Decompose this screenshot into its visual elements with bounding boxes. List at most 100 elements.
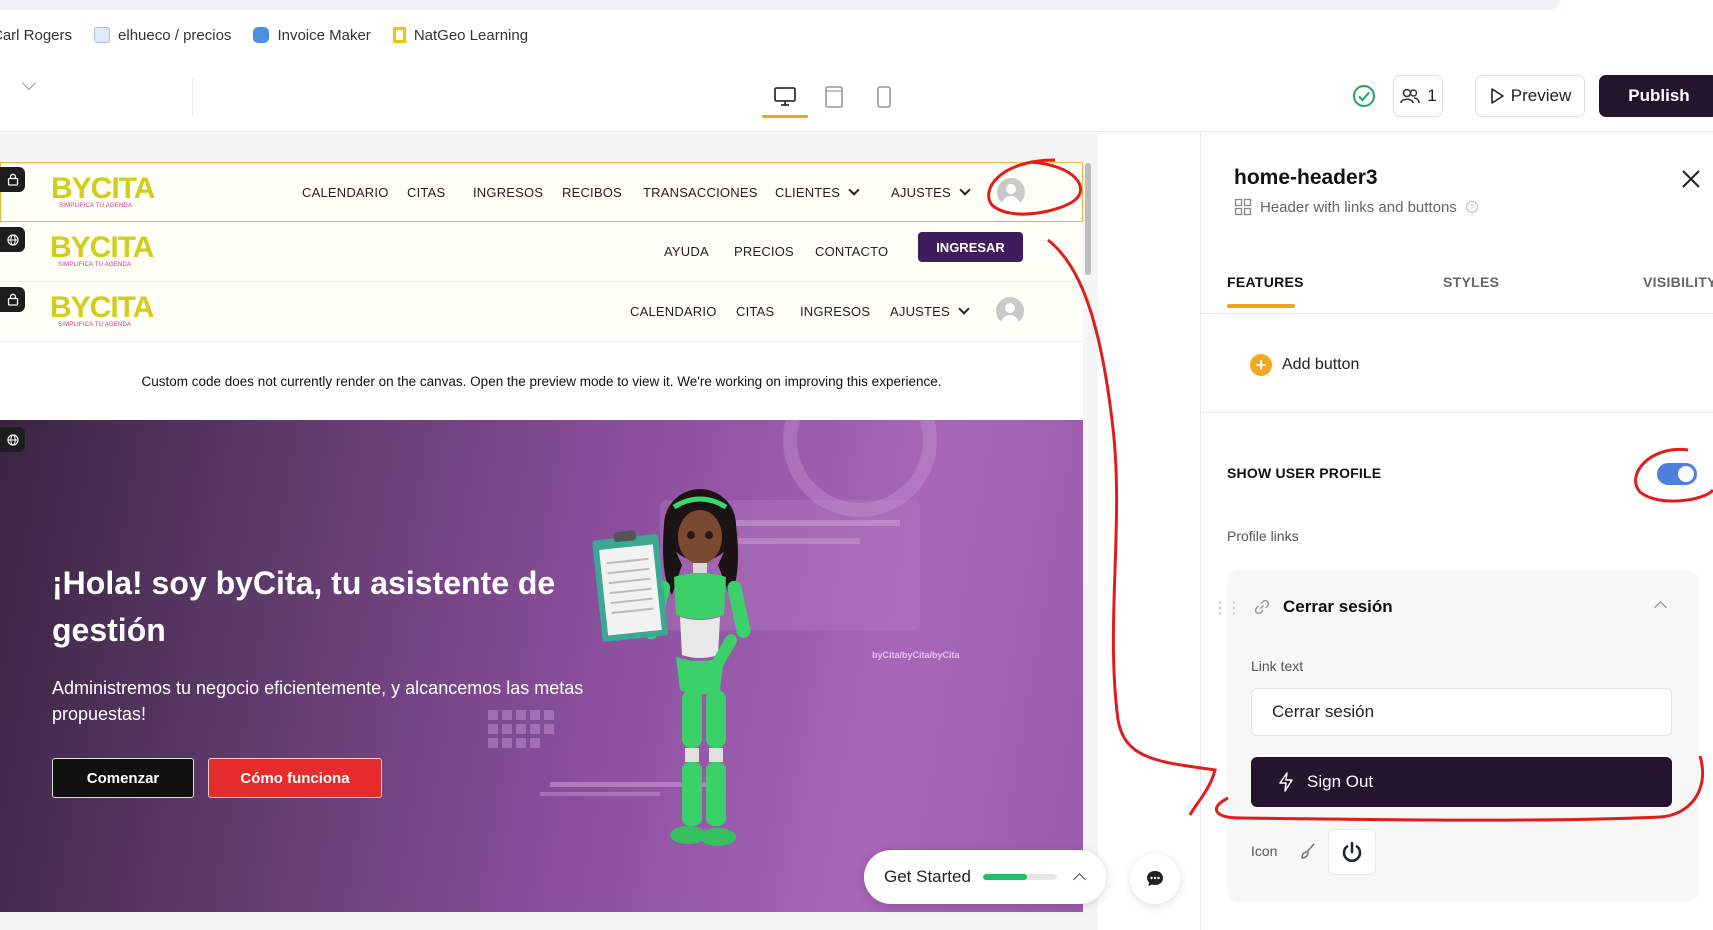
profile-link-title: Cerrar sesión (1283, 597, 1393, 616)
nav-link-contacto[interactable]: CONTACTO (815, 244, 888, 259)
preview-label: Preview (1510, 86, 1572, 105)
canvas-scrollbar[interactable] (1085, 163, 1091, 275)
comenzar-button[interactable]: Comenzar (52, 758, 194, 798)
nav-dropdown-label: CLIENTES (775, 185, 841, 200)
nav-dropdown-ajustes[interactable]: AJUSTES (890, 303, 970, 319)
nav-link-calendario[interactable]: CALENDARIO (630, 304, 717, 319)
chevron-down-icon (848, 184, 860, 196)
publish-button[interactable]: Publish (1599, 75, 1713, 117)
link-icon (1254, 599, 1270, 615)
user-avatar-icon[interactable] (997, 178, 1025, 206)
editor-toolbar (0, 60, 1713, 132)
logo-text: BYCITA (50, 291, 154, 324)
ingresar-button[interactable]: INGRESAR (918, 232, 1023, 262)
show-user-profile-label: SHOW USER PROFILE (1227, 465, 1382, 481)
nav-link-precios[interactable]: PRECIOS (734, 244, 794, 259)
svg-text:?: ? (1470, 203, 1475, 212)
nav-link-ingresos[interactable]: INGRESOS (473, 185, 543, 200)
show-user-profile-toggle[interactable] (1657, 463, 1697, 485)
nav-link-citas[interactable]: CITAS (736, 304, 774, 319)
nav-link-citas[interactable]: CITAS (407, 185, 445, 200)
nav-dropdown-ajustes[interactable]: AJUSTES (891, 184, 971, 200)
link-text-value: Cerrar sesión (1272, 702, 1375, 721)
nav-link-recibos[interactable]: RECIBOS (562, 185, 622, 200)
nav-dropdown-label: AJUSTES (890, 304, 950, 319)
icon-label: Icon (1251, 843, 1278, 859)
logo-tagline: SIMPLIFICA TU AGENDA (58, 322, 132, 328)
drag-handle-icon[interactable]: ⋮⋮ (1212, 598, 1242, 618)
logo-text: BYCITA (50, 231, 154, 264)
como-funciona-button[interactable]: Cómo funciona (208, 758, 382, 798)
nav-link-ayuda[interactable]: AYUDA (664, 244, 709, 259)
hero-section[interactable]: ¡Hola! soy byCita, tu asistente de gesti… (0, 420, 1083, 912)
chevron-down-icon (959, 184, 971, 196)
publish-label: Publish (1628, 86, 1690, 105)
get-started-widget[interactable]: Get Started (864, 850, 1106, 904)
natgeo-favicon-icon (392, 27, 406, 43)
users-icon (1400, 88, 1420, 104)
tab-styles[interactable]: STYLES (1443, 274, 1499, 290)
invoice-maker-favicon-icon (253, 27, 270, 43)
bycita-logo: BYCITA SIMPLIFICA TU AGENDA (51, 172, 155, 213)
nav-link-calendario[interactable]: CALENDARIO (302, 185, 389, 200)
bycita-logo: BYCITA SIMPLIFICA TU AGENDA (50, 231, 154, 272)
plus-icon: + (1250, 354, 1272, 376)
link-text-input[interactable]: Cerrar sesión (1251, 688, 1672, 736)
hero-title: ¡Hola! soy byCita, tu asistente de gesti… (52, 565, 556, 648)
chevron-down-icon (958, 303, 970, 315)
chat-button[interactable] (1130, 854, 1180, 904)
profile-link-header[interactable]: Cerrar sesión (1253, 597, 1393, 617)
section-divider (1200, 412, 1713, 413)
header-private-selected[interactable]: BYCITA SIMPLIFICA TU AGENDA CALENDARIO C… (0, 162, 1083, 222)
header-public[interactable]: BYCITA SIMPLIFICA TU AGENDA AYUDA PRECIO… (0, 222, 1083, 282)
nav-link-ingresos[interactable]: INGRESOS (800, 304, 870, 319)
lightning-icon (1279, 772, 1293, 792)
close-icon[interactable] (1680, 168, 1702, 195)
get-started-label: Get Started (884, 867, 971, 886)
bookmark-natgeo-learning[interactable]: NatGeo Learning (392, 26, 529, 44)
collaborators-button[interactable]: 1 (1393, 75, 1443, 117)
active-tab-indicator (1227, 304, 1295, 308)
link-text-label: Link text (1251, 658, 1304, 674)
logo-tagline: SIMPLIFICA TU AGENDA (59, 203, 133, 209)
sign-out-action-button[interactable]: Sign Out (1251, 757, 1672, 807)
custom-code-notice: Custom code does not currently render on… (0, 342, 1083, 420)
nav-dropdown-clientes[interactable]: CLIENTES (775, 184, 860, 200)
bycita-logo: BYCITA SIMPLIFICA TU AGENDA (50, 291, 154, 332)
add-button-label: Add button (1282, 356, 1360, 373)
component-description: Header with links and buttons ? (1234, 198, 1479, 216)
toolbar-divider (192, 78, 193, 116)
lock-icon (0, 287, 25, 312)
toggle-knob (1678, 466, 1694, 482)
help-icon[interactable]: ? (1465, 200, 1479, 214)
hero-watermark-text: byCita/byCita/byCita (872, 650, 960, 660)
chevron-up-icon[interactable] (1073, 873, 1086, 886)
bookmark-label: NatGeo Learning (413, 26, 529, 44)
desktop-view-icon[interactable] (768, 82, 802, 112)
mobile-view-icon[interactable] (867, 82, 901, 112)
nav-link-transacciones[interactable]: TRANSACCIONES (643, 185, 758, 200)
bookmark-elhueco[interactable]: elhueco / precios (94, 27, 231, 44)
sign-out-label: Sign Out (1307, 772, 1374, 791)
get-started-progress-fill (982, 874, 1028, 880)
bookmark-invoice-maker[interactable]: Invoice Maker (253, 27, 371, 44)
saved-status-icon (1352, 84, 1376, 113)
hero-subtitle: Administremos tu negocio eficientemente,… (52, 678, 584, 724)
bookmark-label: Carl Rogers (0, 26, 73, 44)
tab-features[interactable]: FEATURES (1227, 274, 1304, 290)
logo-text: BYCITA (51, 172, 155, 205)
globe-icon (0, 427, 25, 452)
logo-tagline: SIMPLIFICA TU AGENDA (58, 262, 132, 268)
tablet-view-icon[interactable] (817, 82, 851, 112)
bookmark-carl-rogers[interactable]: Carl Rogers (0, 27, 72, 44)
preview-button[interactable]: Preview (1475, 75, 1585, 117)
add-button[interactable]: + Add button (1250, 354, 1359, 376)
user-avatar-icon[interactable] (996, 297, 1024, 325)
profile-links-label: Profile links (1227, 528, 1299, 544)
header-private-small[interactable]: BYCITA SIMPLIFICA TU AGENDA CALENDARIO C… (0, 282, 1083, 342)
selected-power-icon-box[interactable] (1328, 829, 1376, 875)
globe-icon (0, 227, 25, 252)
tab-visibility[interactable]: VISIBILITY (1643, 274, 1713, 290)
brush-icon[interactable] (1298, 842, 1318, 867)
grid-icon (1234, 198, 1252, 216)
